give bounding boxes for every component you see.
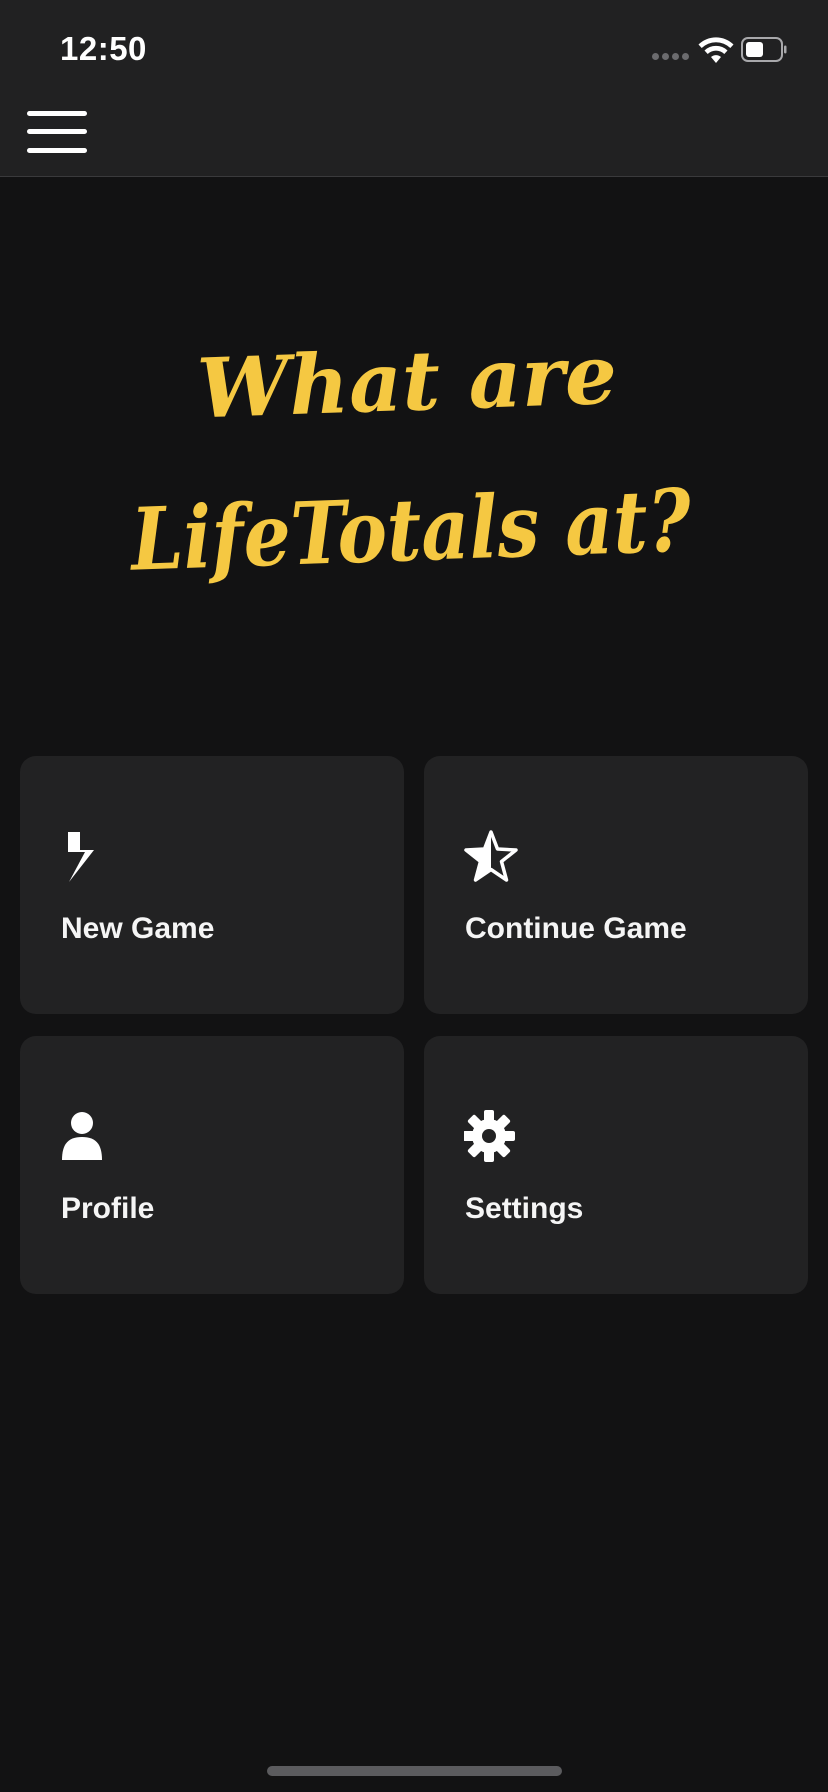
continue-game-label: Continue Game <box>465 912 687 945</box>
new-game-button[interactable]: New Game <box>20 756 404 1014</box>
lightning-bolt-icon <box>68 832 94 882</box>
profile-button[interactable]: Profile <box>20 1036 404 1294</box>
title-line-2: LifeTotals at? <box>127 470 694 591</box>
continue-game-button[interactable]: Continue Game <box>424 756 808 1014</box>
profile-label: Profile <box>61 1192 155 1225</box>
settings-label: Settings <box>465 1192 584 1225</box>
new-game-label: New Game <box>61 912 215 945</box>
title-line-1: What are <box>196 327 619 438</box>
user-icon <box>62 1112 102 1160</box>
settings-button[interactable]: Settings <box>424 1036 808 1294</box>
gear-icon <box>464 1110 515 1162</box>
star-half-icon <box>464 830 518 882</box>
home-screen: 12:50 What are LifeTotals at? New Game C… <box>0 0 828 1792</box>
home-indicator[interactable] <box>267 1766 562 1776</box>
app-title: What are LifeTotals at? <box>127 327 694 591</box>
